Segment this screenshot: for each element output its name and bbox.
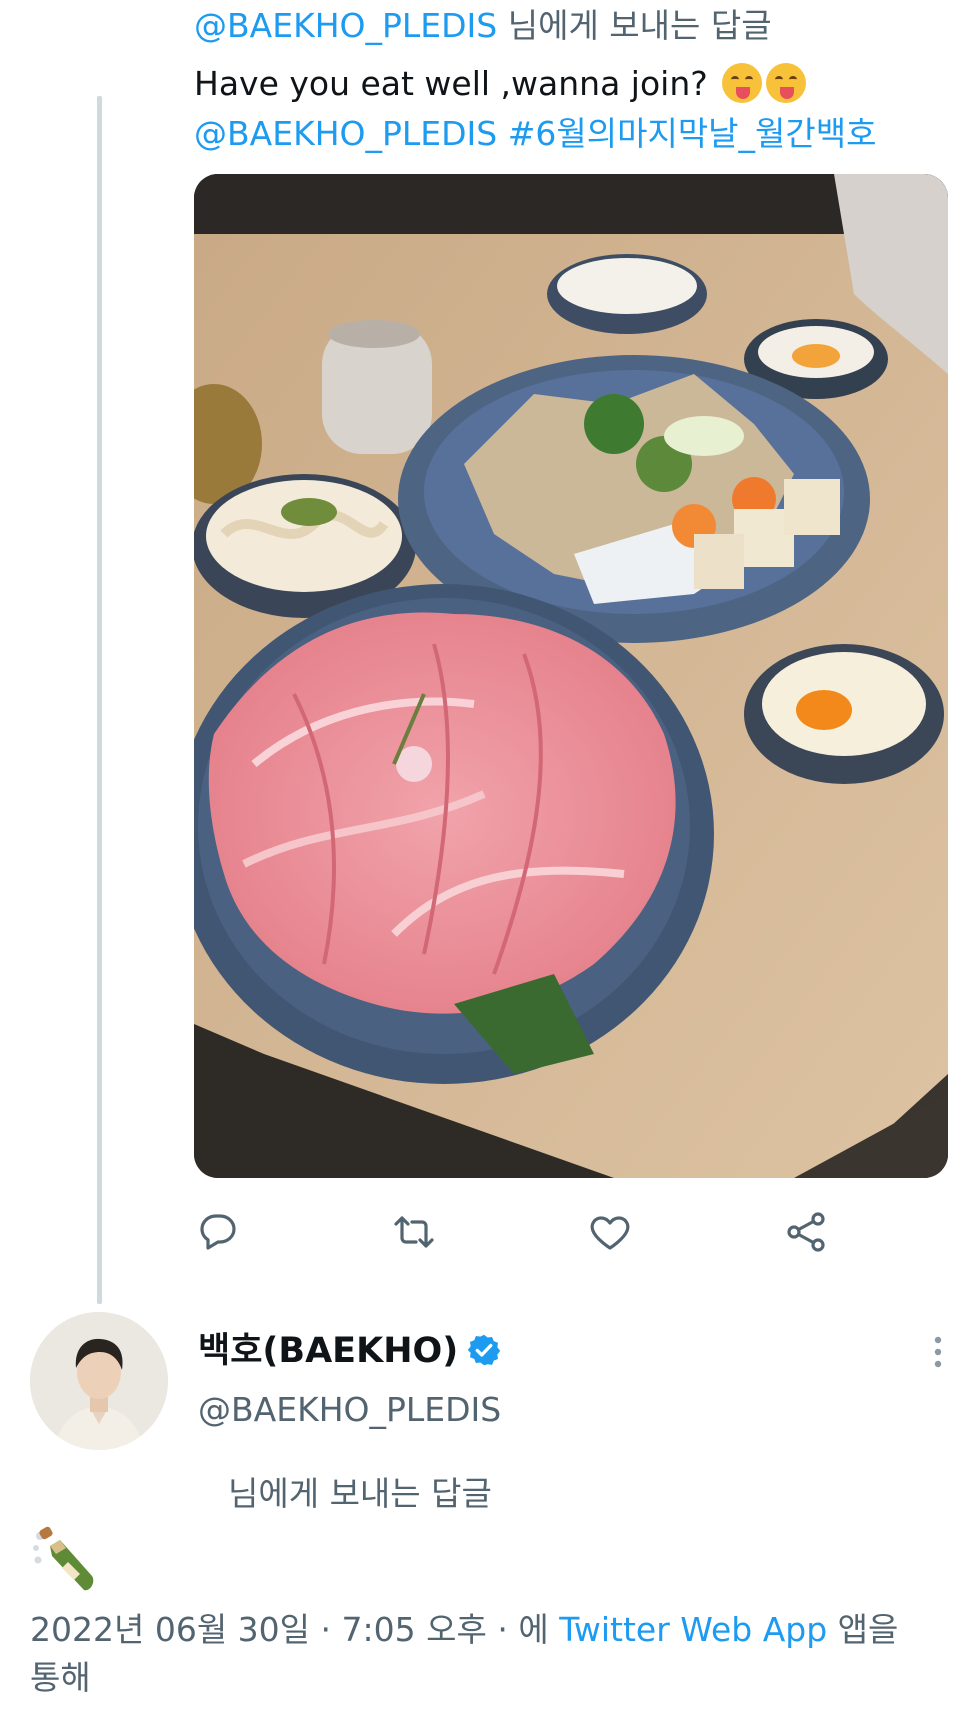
face-savoring-food-emoji (722, 63, 763, 103)
verified-badge-icon (468, 1334, 501, 1366)
retweet-icon[interactable] (390, 1208, 438, 1256)
face-savoring-food-emoji (766, 63, 807, 103)
replying-to-suffix: 님에게 보내는 답글 (497, 6, 772, 45)
via-prefix: 에 (518, 1610, 560, 1649)
replying-to-line: @BAEKHO_PLEDIS 님에게 보내는 답글 (194, 4, 772, 48)
tweet-text: Have you eat well ,wanna join? (194, 60, 807, 108)
meta-separator: · (310, 1610, 342, 1649)
thread-connector-line (97, 96, 102, 1304)
more-options-icon[interactable] (910, 1332, 946, 1372)
mention-hashtag-line: @BAEKHO_PLEDIS #6월의마지막날_월간백호 (194, 110, 876, 158)
source-app-link[interactable]: Twitter Web App (559, 1610, 827, 1649)
tweet-text-body: Have you eat well ,wanna join? (194, 64, 708, 103)
tweet-timestamp-line: 2022년 06월 30일 · 7:05 오후 · 에 Twitter Web … (30, 1606, 930, 1702)
replying-to-empty-line: 님에게 보내는 답글 (228, 1474, 492, 1513)
avatar-photo (30, 1312, 168, 1450)
avatar[interactable] (30, 1312, 168, 1450)
reply-icon[interactable] (194, 1208, 242, 1256)
display-name-text: 백호(BAEKHO) (198, 1331, 459, 1371)
share-icon[interactable] (782, 1208, 830, 1256)
like-icon[interactable] (586, 1208, 634, 1256)
hashtag-link[interactable]: #6월의마지막날_월간백호 (508, 114, 877, 153)
display-name[interactable]: 백호(BAEKHO) (198, 1328, 502, 1374)
bottle-with-popping-cork-emoji (30, 1526, 102, 1598)
tweet-time[interactable]: 7:05 오후 (342, 1610, 487, 1649)
tweet-actions-bar (194, 1208, 914, 1260)
food-photo-image (194, 174, 948, 1178)
mention-link[interactable]: @BAEKHO_PLEDIS (194, 114, 497, 153)
tweet-photo[interactable] (194, 174, 948, 1178)
reply-mention-link[interactable]: @BAEKHO_PLEDIS (194, 6, 497, 45)
tweet-date[interactable]: 2022년 06월 30일 (30, 1610, 310, 1649)
meta-separator: · (486, 1610, 519, 1649)
user-handle[interactable]: @BAEKHO_PLEDIS (198, 1388, 501, 1432)
